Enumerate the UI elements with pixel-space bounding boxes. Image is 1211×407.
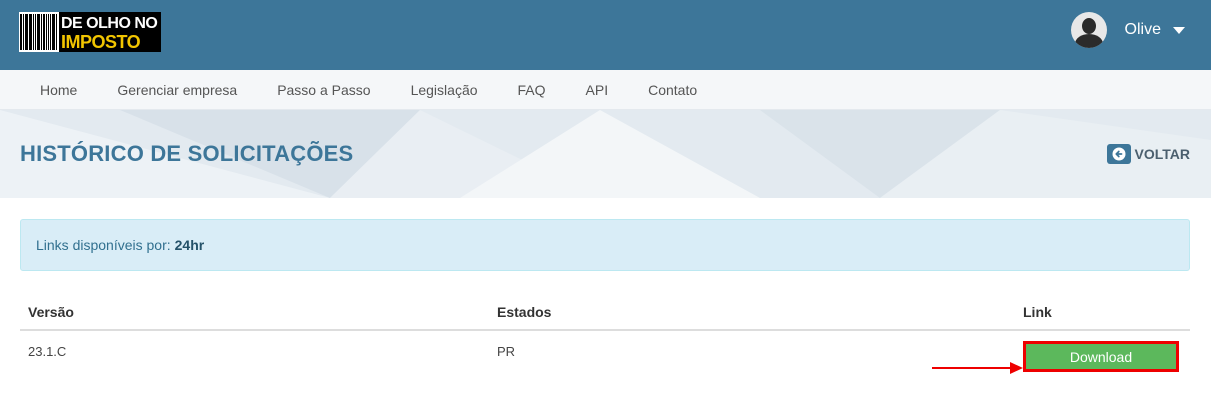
nav-item-legislacao[interactable]: Legislação: [391, 82, 498, 98]
main-nav: Home Gerenciar empresa Passo a Passo Leg…: [0, 70, 1211, 110]
logo-text: DE OLHO NO IMPOSTO: [59, 12, 162, 52]
info-alert: Links disponíveis por: 24hr: [20, 219, 1190, 271]
site-logo[interactable]: DE OLHO NO IMPOSTO: [19, 12, 162, 52]
nav-item-home[interactable]: Home: [20, 82, 97, 98]
cell-versao: 23.1.C: [28, 344, 67, 359]
cell-estados: PR: [497, 344, 516, 359]
column-header-versao: Versão: [28, 304, 74, 320]
user-menu[interactable]: Olive: [1070, 12, 1185, 48]
logo-line-1: DE OLHO NO: [61, 14, 158, 32]
table-header: Versão Estados Link: [20, 298, 1190, 331]
nav-item-gerenciar-empresa[interactable]: Gerenciar empresa: [97, 82, 257, 98]
page-header: HISTÓRICO DE SOLICITAÇÕES VOLTAR: [0, 110, 1211, 198]
nav-item-contato[interactable]: Contato: [628, 82, 717, 98]
barcode-icon: [19, 12, 59, 52]
user-avatar-icon: [1070, 12, 1107, 48]
alert-text: Links disponíveis por:: [36, 237, 171, 253]
download-button[interactable]: Download: [1023, 341, 1179, 372]
nav-item-faq[interactable]: FAQ: [498, 82, 566, 98]
user-name: Olive: [1124, 21, 1161, 38]
arrow-left-icon: [1106, 144, 1131, 164]
top-bar: DE OLHO NO IMPOSTO Olive: [0, 0, 1211, 70]
caret-down-icon: [1173, 26, 1185, 34]
alert-value: 24hr: [174, 237, 205, 253]
red-arrow-annotation: [932, 362, 1023, 374]
column-header-link: Link: [1023, 304, 1052, 320]
back-label: VOLTAR: [1134, 146, 1190, 162]
column-header-estados: Estados: [497, 304, 552, 320]
back-button[interactable]: VOLTAR: [1106, 144, 1190, 164]
page-title: HISTÓRICO DE SOLICITAÇÕES: [20, 141, 354, 166]
nav-item-passo-a-passo[interactable]: Passo a Passo: [257, 82, 390, 98]
logo-line-2: IMPOSTO: [61, 31, 141, 52]
nav-item-api[interactable]: API: [566, 82, 629, 98]
